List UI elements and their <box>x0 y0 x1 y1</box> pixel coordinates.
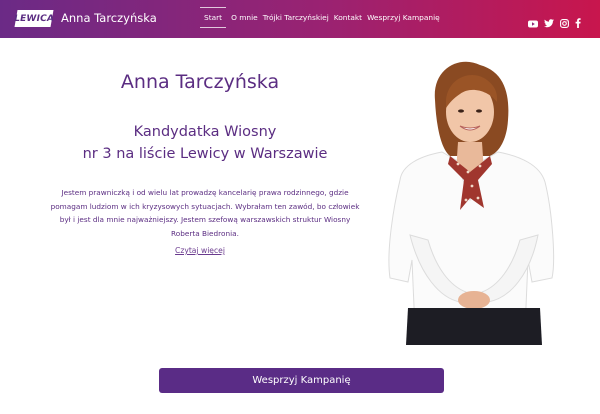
read-more-link[interactable]: Czytaj więcej <box>20 246 380 255</box>
bio-paragraph: Jestem prawniczką i od wielu lat prowadz… <box>40 186 370 240</box>
nav-wesprzyj-kampanie[interactable]: Wesprzyj Kampanię <box>367 0 440 38</box>
hero-subtitle: Kandydatka Wiosny nr 3 na liście Lewicy … <box>20 121 390 165</box>
top-navbar: LEWICA Anna Tarczyńska Start O mnie Trój… <box>0 0 600 38</box>
nav-trojki-tarczynskiej[interactable]: Trójki Tarczyńskiej <box>263 0 329 38</box>
twitter-icon[interactable] <box>544 13 554 32</box>
hero-subtitle-line-1: Kandydatka Wiosny <box>133 124 277 140</box>
site-name[interactable]: Anna Tarczyńska <box>61 11 157 25</box>
nav-kontakt[interactable]: Kontakt <box>334 0 362 38</box>
youtube-icon[interactable] <box>528 13 538 32</box>
bio-line: Jestem prawniczką i od wielu lat prowadz… <box>61 188 349 197</box>
facebook-icon[interactable] <box>575 13 581 32</box>
nav-start[interactable]: Start <box>200 0 227 38</box>
bio-line: był i jest dla mnie najważniejszy. Jeste… <box>59 215 351 224</box>
hero-name: Anna Tarczyńska <box>120 71 280 93</box>
support-campaign-button[interactable]: Wesprzyj Kampanię <box>159 368 444 393</box>
social-links <box>528 13 587 32</box>
logo-text: LEWICA <box>13 13 55 24</box>
nav-o-mnie[interactable]: O mnie <box>231 0 258 38</box>
instagram-icon[interactable] <box>560 13 569 32</box>
candidate-portrait <box>388 61 555 345</box>
lewica-logo[interactable]: LEWICA <box>13 10 55 27</box>
bio-line: Roberta Biedronia. <box>171 228 239 238</box>
bio-line: pomagam ludziom w ich kryzysowych sytuac… <box>50 201 360 211</box>
main-nav: Start O mnie Trójki Tarczyńskiej Kontakt… <box>200 0 445 38</box>
hero-subtitle-line-2: nr 3 na liście Lewicy w Warszawie <box>82 146 328 162</box>
